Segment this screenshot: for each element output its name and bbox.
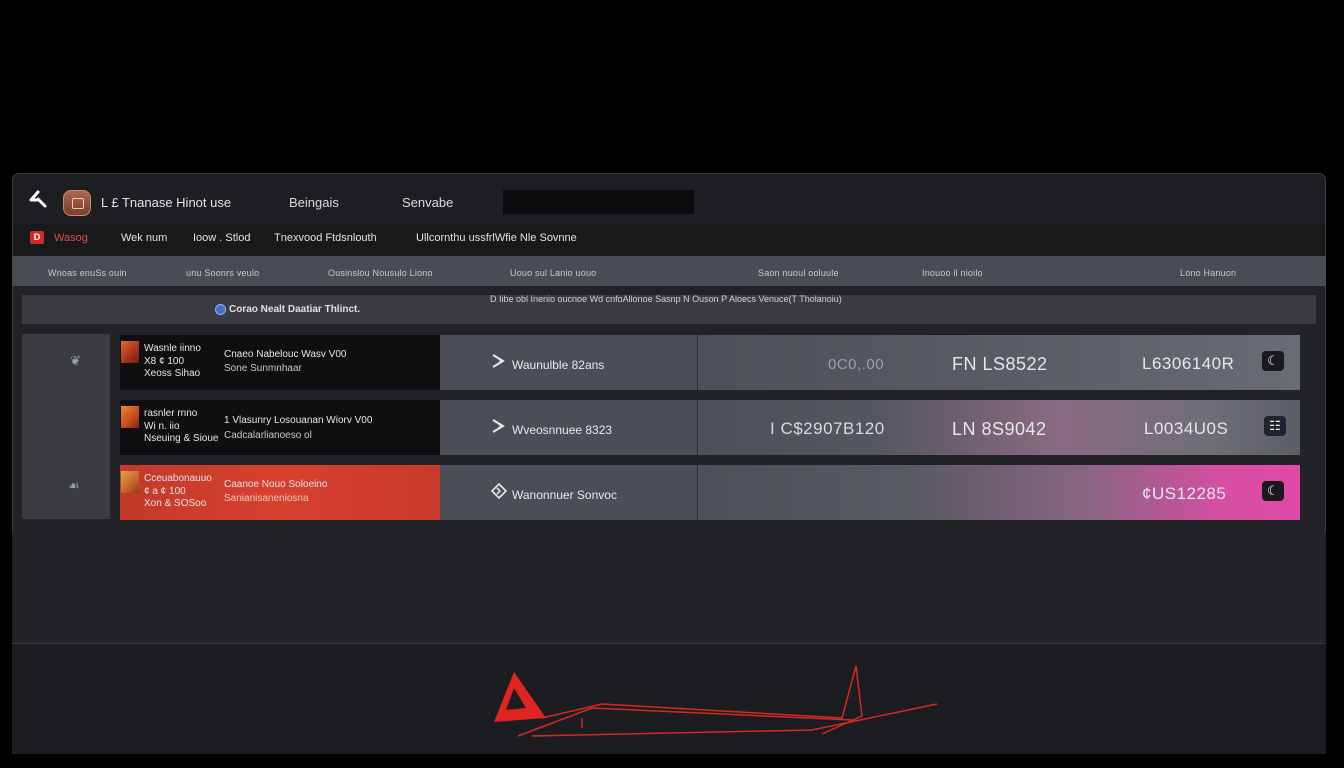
row-meta: Cadcalarlianoeso ol — [224, 430, 312, 441]
row-meta: Sanianisaneniosna — [224, 493, 309, 504]
row-line: Nseuing & Sioue — [144, 433, 219, 444]
subbar-item-2[interactable]: Wek num — [121, 232, 167, 244]
notification-badge[interactable]: D — [30, 231, 44, 244]
row-meta: Sone Sunmnhaar — [224, 363, 302, 374]
app-logo-icon[interactable] — [63, 190, 91, 216]
row-line: Wasnle iinno — [144, 343, 201, 354]
row-values-cell: I C$2907B120 LN 8S9042 L0034U0S ☷ — [698, 400, 1300, 455]
row-thumbnail — [121, 341, 139, 363]
service-name: Wanonnuer Sonvoc — [512, 488, 617, 502]
subbar-item-4[interactable]: Tnexvood Ftdsnlouth — [274, 232, 377, 244]
lower-pane — [12, 643, 1326, 754]
row-line: Xon & SOSoo — [144, 498, 207, 509]
nav-link-1[interactable]: Beingais — [289, 195, 339, 210]
row-meta: 1 Vlasunry Losouanan Wiorv V00 — [224, 415, 373, 426]
service-name: Waunulble 82ans — [512, 358, 605, 372]
row-line: ¢ a ¢ 100 — [144, 486, 186, 497]
column-header[interactable]: unu Soonrs veulo — [186, 268, 259, 278]
row-meta: Caanoe Nouo Soloeino — [224, 479, 328, 490]
row-line: rasnler rnno — [144, 408, 198, 419]
warning-triangle-icon — [494, 665, 938, 737]
row-value-amount: 0C0,.00 — [828, 356, 885, 373]
row-value-id: L0034U0S — [1144, 419, 1229, 438]
back-arrow-icon[interactable] — [27, 188, 49, 210]
row-service-cell: Wanonnuer Sonvoc — [440, 465, 698, 520]
moon-icon[interactable]: ☾ — [1262, 351, 1284, 371]
column-header[interactable]: Uouo sul Lanio uouo — [510, 268, 596, 278]
left-rail — [22, 334, 110, 519]
content-empty-area — [12, 531, 1326, 643]
row-line: Cceuabonauuo — [144, 473, 212, 484]
service-icon — [490, 482, 508, 500]
table-row[interactable]: rasnler rnno Wi n. iio Nseuing & Sioue 1… — [120, 400, 1300, 455]
column-header[interactable]: Wnoas enuSs ouin — [48, 268, 127, 278]
section-title: Corao Nealt Daatiar Thlinct. — [229, 304, 361, 315]
row-value-code: FN LS8522 — [952, 354, 1048, 374]
service-icon — [492, 419, 505, 433]
row-info-cell: Wasnle iinno X8 ¢ 100 Xeoss Sihao Cnaeo … — [120, 335, 440, 390]
row-values-cell: ¢US12285 ☾ — [698, 465, 1300, 520]
row-info-cell: rasnler rnno Wi n. iio Nseuing & Sioue 1… — [120, 400, 440, 455]
row-line: X8 ¢ 100 — [144, 356, 185, 367]
row-service-cell: Wveosnnuee 8323 — [440, 400, 698, 455]
row-value-id: L6306140R — [1142, 354, 1235, 373]
row-line: Xeoss Sihao — [144, 368, 201, 379]
subbar-item-5[interactable]: Ullcornthu ussfrlWfie Nle Sovnne — [416, 232, 577, 244]
service-icon — [492, 354, 505, 368]
row-value-id: ¢US12285 — [1142, 484, 1227, 503]
column-header[interactable]: Saon nuoul ooluule — [758, 268, 839, 278]
moon-icon[interactable]: ☾ — [1262, 481, 1284, 501]
row-info-cell: Cceuabonauuo ¢ a ¢ 100 Xon & SOSoo Caano… — [120, 465, 440, 520]
row-line: Wi n. iio — [144, 421, 180, 432]
subbar-item-3[interactable]: Ioow . Stlod — [193, 232, 250, 244]
globe-icon — [215, 304, 226, 315]
row-value-code: LN 8S9042 — [952, 419, 1047, 439]
subbar-item-1[interactable]: Wasog — [54, 232, 88, 244]
row-value-amount: I C$2907B120 — [770, 419, 885, 438]
calendar-icon[interactable]: ☷ — [1264, 416, 1286, 436]
top-navigation-bar: L £ Tnanase Hinot use Beingais Senvabe — [13, 174, 1325, 224]
rail-tag-icon[interactable]: ☙ — [68, 478, 80, 494]
row-thumbnail — [121, 471, 139, 493]
table-row[interactable]: Wasnle iinno X8 ¢ 100 Xeoss Sihao Cnaeo … — [120, 335, 1300, 390]
nav-link-2[interactable]: Senvabe — [402, 195, 453, 210]
column-header[interactable]: Inouoo ll nioilo — [922, 268, 983, 278]
table-row[interactable]: Cceuabonauuo ¢ a ¢ 100 Xon & SOSoo Caano… — [120, 465, 1300, 520]
column-header[interactable]: Ousinslou Nousulo Liono — [328, 268, 433, 278]
search-input[interactable] — [503, 190, 694, 214]
rail-bookmark-icon[interactable]: ❦ — [70, 353, 81, 369]
row-service-cell: Waunulble 82ans — [440, 335, 698, 390]
row-meta: Cnaeo Nabelouc Wasv V00 — [224, 349, 347, 360]
app-title: L £ Tnanase Hinot use — [101, 195, 232, 210]
service-name: Wveosnnuee 8323 — [512, 423, 613, 437]
row-thumbnail — [121, 406, 139, 428]
column-header[interactable]: Lono Hanuon — [1180, 268, 1236, 278]
row-values-cell: 0C0,.00 FN LS8522 L6306140R ☾ — [698, 335, 1300, 390]
section-description: D Iibe obl Inenio oucnoe Wd cnfoAllonoe … — [490, 294, 842, 304]
